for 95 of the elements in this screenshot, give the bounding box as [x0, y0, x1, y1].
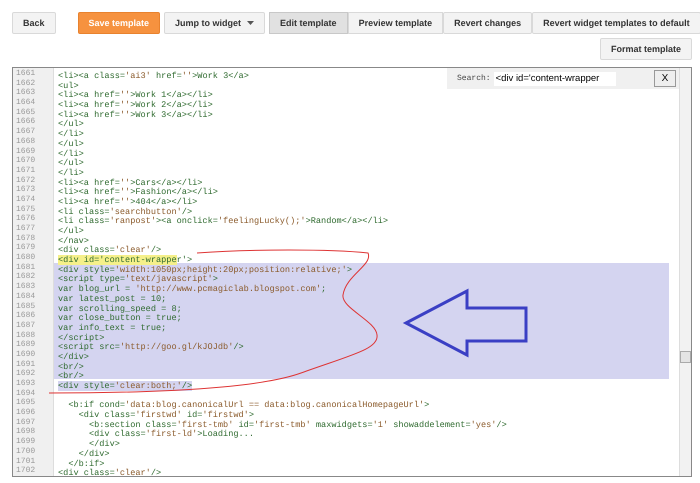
code-line: var blog_url = 'http://www.pcmagiclab.blogspot.com'; — [58, 284, 326, 294]
mode-tab[interactable]: Edit template — [269, 12, 348, 34]
line-number: 1682 — [15, 272, 36, 282]
line-number: 1688 — [15, 330, 36, 340]
line-number: 1681 — [15, 262, 36, 272]
line-number: 1672 — [15, 176, 36, 186]
line-number: 1691 — [15, 360, 36, 370]
code-line: <script type='text/javascript'> — [58, 274, 218, 284]
line-number: 1689 — [15, 340, 36, 350]
code-line: <div id='content-wrapper'> — [58, 255, 192, 266]
line-number: 1671 — [15, 166, 36, 176]
line-number: 1686 — [15, 311, 36, 321]
line-number: 1697 — [15, 418, 36, 428]
code-line: <li><a href=''>Work 2</a></li> — [58, 100, 213, 110]
code-line: var latest_post = 10; — [58, 294, 166, 304]
line-number: 1668 — [15, 136, 36, 146]
code-line: <div class='first-ld'>Loading... — [88, 429, 254, 440]
line-number: 1677 — [15, 224, 36, 234]
code-line: <script src='http://goo.gl/kJOJdb'/> — [58, 342, 244, 352]
code-line: <li><a href=''>Cars</a></li> — [58, 178, 202, 188]
code-line: </script> — [58, 332, 104, 343]
line-number: 1701 — [15, 456, 36, 466]
search-field[interactable]: <div id='content-wrapper — [494, 72, 616, 86]
line-number: 1687 — [15, 320, 36, 331]
mode-tab[interactable]: Preview template — [348, 12, 444, 34]
line-number: 1685 — [15, 302, 36, 312]
code-line: </li> — [58, 168, 84, 178]
search-label: Search: — [457, 74, 491, 83]
code-line: </ul> — [58, 226, 84, 236]
close-button[interactable]: X — [654, 70, 676, 87]
code-line: <ul> — [58, 80, 79, 91]
line-number: 1680 — [15, 253, 36, 263]
code-line: <div class='firstwd' id='firstwd'> — [78, 410, 254, 420]
code-line: <li class='searchbutton'/> — [58, 206, 192, 217]
line-number: 1690 — [15, 350, 36, 360]
line-number: 1695 — [15, 398, 36, 408]
line-number: 1696 — [15, 408, 36, 418]
code-line: <li><a href=''>Work 1</a></li> — [58, 90, 213, 100]
code-line: <br/> — [58, 362, 84, 372]
line-number: 1673 — [15, 185, 36, 195]
line-number: 1661 — [15, 69, 36, 79]
code-line: </div> — [88, 439, 120, 450]
scrollbar[interactable] — [679, 68, 691, 476]
code-line: <div class='clear'/> — [58, 468, 162, 476]
dropdown-button[interactable]: Jump to widget — [164, 12, 266, 34]
format-button[interactable]: Format template — [600, 38, 692, 60]
code-line: <b:section class='first-tmb' id='first-tmb' maxwidgets='1' showaddelement='yes'/> — [88, 420, 507, 430]
code-line: <li class='ranpost'><a onclick='feelingLucky();'>Random</a></li> — [58, 216, 388, 226]
line-number: 1699 — [15, 437, 36, 447]
line-number: 1693 — [15, 379, 36, 389]
line-number: 1692 — [15, 369, 36, 379]
code-line: </ul> — [58, 119, 84, 130]
code-line: </b:if> — [67, 458, 104, 468]
toolbar-button[interactable]: Back — [12, 12, 56, 34]
line-number: 1662 — [15, 78, 36, 88]
line-number: 1666 — [15, 117, 36, 128]
code-editor[interactable] — [12, 67, 692, 477]
line-number: 1698 — [15, 427, 36, 438]
code-line: </li> — [58, 129, 84, 140]
line-number: 1665 — [15, 108, 36, 118]
line-number: 1678 — [15, 234, 36, 244]
line-number: 1694 — [15, 388, 36, 398]
code-line: <div style='width:1050px;height:20px;position:relative;'> — [58, 264, 352, 275]
code-line: </ul> — [58, 158, 84, 168]
code-line: var info_text = true; — [58, 322, 166, 333]
code-line: </nav> — [58, 236, 89, 246]
code-line: </ul> — [58, 138, 84, 149]
line-number: 1679 — [15, 243, 36, 254]
code-line: </li> — [58, 148, 84, 158]
code-line: <li><a class='ai3' href=''>Work 3</a> — [58, 71, 249, 81]
code-line: <li><a href=''>Work 3</a></li> — [58, 110, 213, 120]
caret-icon — [247, 21, 254, 25]
code-line: <div class='clear'/> — [58, 245, 162, 256]
code-line: var close_button = true; — [58, 313, 182, 324]
line-number: 1667 — [15, 127, 36, 137]
toolbar-button[interactable]: Revert changes — [443, 12, 532, 34]
line-number: 1684 — [15, 292, 36, 302]
code-line: <b:if cond='data:blog.canonicalUrl == data:blog.canonicalHomepageUrl'> — [67, 400, 430, 410]
line-number: 1663 — [15, 88, 36, 98]
line-number: 1700 — [15, 446, 36, 456]
code-line: <li><a href=''>Fashion</a></li> — [58, 187, 218, 198]
line-number: 1676 — [15, 214, 36, 224]
code-line: </div> — [58, 352, 89, 362]
toolbar-button[interactable]: Revert widget templates to default — [532, 12, 700, 34]
code-line: var scrolling_speed = 8; — [58, 304, 182, 314]
line-number: 1669 — [15, 146, 36, 156]
line-number: 1664 — [15, 98, 36, 108]
line-number: 1683 — [15, 282, 36, 292]
code-line: <br/> — [58, 371, 84, 382]
line-number: 1702 — [15, 466, 36, 476]
line-number: 1675 — [15, 204, 36, 214]
line-number: 1670 — [15, 156, 36, 166]
code-line: <li><a href=''>404</a></li> — [58, 196, 198, 207]
code-line: </div> — [78, 448, 110, 459]
line-number: 1674 — [15, 194, 36, 205]
